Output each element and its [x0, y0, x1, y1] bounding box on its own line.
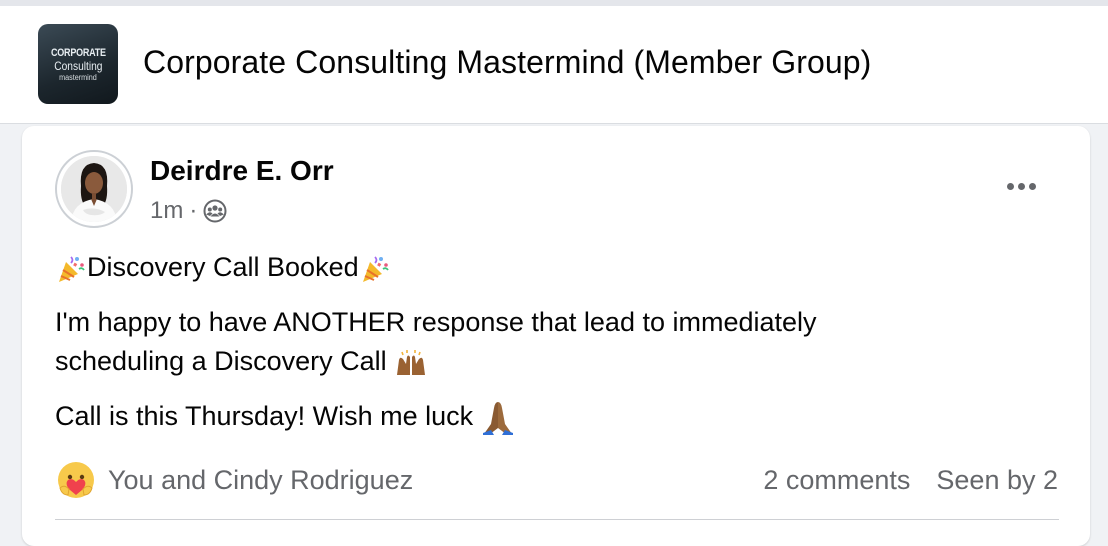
post-paragraph2: Call is this Thursday! Wish me luck — [55, 396, 515, 436]
group-header: CORPORATE Consulting mastermind Corporat… — [0, 6, 1108, 124]
more-options-icon-dot — [1017, 182, 1025, 190]
group-title[interactable]: Corporate Consulting Mastermind (Member … — [143, 44, 871, 81]
party-popper-icon — [359, 253, 391, 285]
group-logo-line1: CORPORATE — [50, 46, 106, 59]
post-meta: 1m · — [150, 197, 227, 225]
post-card: Deirdre E. Orr 1m · Discovery Call Booke… — [22, 126, 1090, 546]
action-bar-divider — [55, 519, 1059, 520]
group-logo-line3: mastermind — [59, 72, 97, 82]
members-group-icon[interactable] — [203, 199, 227, 223]
paragraph1-line2-text: scheduling a Discovery Call — [55, 346, 387, 376]
reactions-summary[interactable]: You and Cindy Rodriguez — [56, 460, 413, 500]
post-headline: Discovery Call Booked — [55, 247, 391, 287]
more-options-icon — [1006, 182, 1014, 190]
more-options-button[interactable] — [998, 170, 1044, 202]
group-logo[interactable]: CORPORATE Consulting mastermind — [38, 24, 118, 104]
author-avatar[interactable] — [61, 156, 127, 222]
post-time[interactable]: 1m — [150, 197, 183, 225]
folded-hands-icon — [481, 400, 515, 436]
more-options-icon-dot — [1028, 182, 1036, 190]
engagement-summary: 2 comments Seen by 2 — [763, 460, 1058, 500]
avatar-photo-icon — [61, 156, 127, 222]
headline-text: Discovery Call Booked — [87, 252, 359, 282]
meta-separator: · — [189, 197, 198, 224]
author-name[interactable]: Deirdre E. Orr — [150, 155, 334, 187]
care-reaction-icon — [56, 460, 96, 500]
group-logo-line2: Consulting — [53, 58, 103, 73]
comments-count-link[interactable]: 2 comments — [763, 465, 910, 496]
raising-hands-icon — [394, 348, 428, 378]
party-popper-icon — [55, 253, 87, 285]
seen-by-link[interactable]: Seen by 2 — [936, 465, 1058, 496]
post-paragraph1-line1: I'm happy to have ANOTHER response that … — [55, 307, 817, 337]
author-avatar-ring[interactable] — [55, 150, 133, 228]
reactions-text[interactable]: You and Cindy Rodriguez — [108, 465, 413, 496]
paragraph2-text: Call is this Thursday! Wish me luck — [55, 401, 474, 431]
post-paragraph1-line2: scheduling a Discovery Call — [55, 341, 428, 381]
